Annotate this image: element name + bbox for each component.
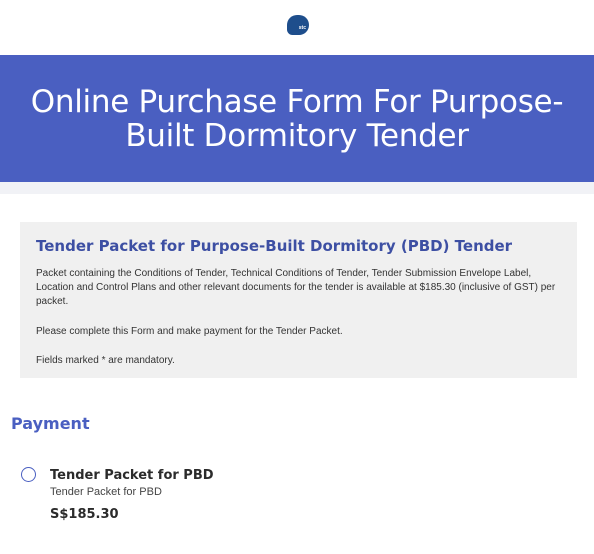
payment-option-subtitle: Tender Packet for PBD	[50, 486, 162, 498]
top-bar: stc	[0, 0, 594, 55]
payment-section-title: Payment	[11, 414, 90, 433]
logo[interactable]: stc	[287, 15, 309, 35]
info-paragraph-instruction: Please complete this Form and make payme…	[36, 326, 343, 337]
logo-text: stc	[298, 25, 306, 31]
info-paragraph-description: Packet containing the Conditions of Tend…	[36, 268, 556, 307]
payment-option-radio[interactable]	[21, 467, 36, 482]
divider-strip	[0, 182, 594, 194]
payment-option-title[interactable]: Tender Packet for PBD	[50, 468, 214, 483]
info-paragraph-mandatory-note: Fields marked * are mandatory.	[36, 355, 175, 366]
info-panel: Tender Packet for Purpose-Built Dormitor…	[20, 222, 577, 378]
info-heading: Tender Packet for Purpose-Built Dormitor…	[36, 237, 513, 255]
payment-option-price: S$185.30	[50, 507, 119, 522]
page-title: Online Purchase Form For Purpose-Built D…	[30, 83, 564, 154]
hero-banner: Online Purchase Form For Purpose-Built D…	[0, 55, 594, 182]
